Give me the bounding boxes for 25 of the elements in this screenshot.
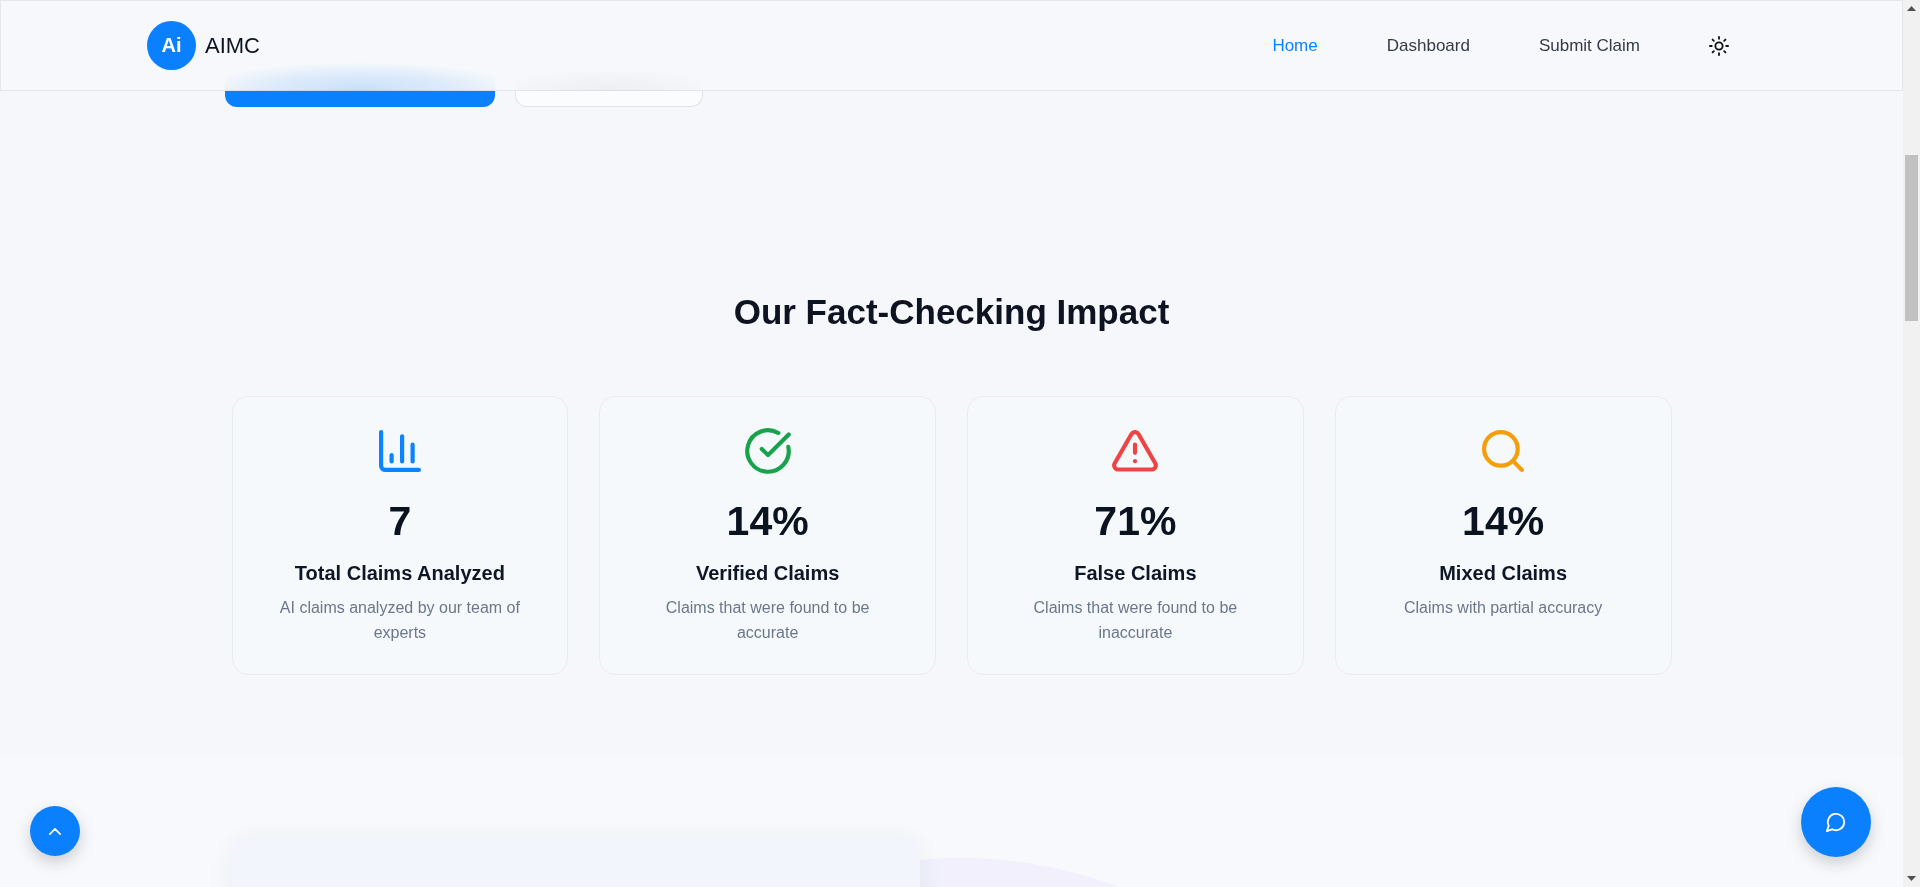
brand-name[interactable]: AIMC [205, 32, 260, 59]
stat-label: Verified Claims [695, 561, 840, 586]
nav-link[interactable]: Submit Claim [1538, 35, 1640, 56]
scrollbar-thumb[interactable] [1905, 155, 1918, 321]
scroll-up-icon[interactable] [1907, 6, 1916, 11]
scroll-down-icon[interactable] [1907, 876, 1916, 881]
stat-value: 71% [1094, 497, 1177, 545]
stat-description: Claims that were found to be accurate [664, 598, 871, 643]
nav-link[interactable]: Dashboard [1386, 35, 1470, 56]
stat-label: Mixed Claims [1439, 561, 1568, 586]
chevron-up-icon [49, 827, 61, 835]
section-title: Our Fact-Checking Impact [733, 291, 1170, 333]
stat-value: 14% [1462, 497, 1545, 545]
stat-value: 14% [726, 497, 809, 545]
stat-label: Total Claims Analyzed [294, 561, 505, 586]
stat-description: Claims with partial accuracy [1404, 598, 1603, 618]
stat-label: False Claims [1074, 561, 1197, 586]
stat-description: Claims that were found to be inaccurate [1032, 598, 1239, 643]
stat-description: AI claims analyzed by our team of experts [278, 598, 521, 643]
chat-bubble-icon [1826, 812, 1846, 832]
sun-icon [1709, 35, 1729, 56]
scrollbar[interactable] [1903, 0, 1920, 887]
theme-toggle-button[interactable] [1709, 35, 1729, 56]
stat-value: 7 [388, 497, 412, 545]
logo-mark[interactable]: Ai [147, 21, 196, 70]
